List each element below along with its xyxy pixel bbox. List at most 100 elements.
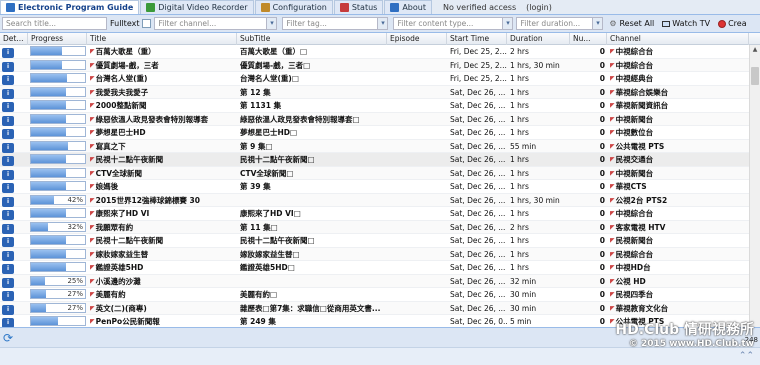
- details-cell[interactable]: i: [0, 72, 28, 85]
- table-row[interactable]: i 27% ◤英文(二)(商專) 雜歷表□第7集：求職信□從商用英文書... Sat, …: [0, 301, 749, 315]
- search-title-input[interactable]: Search title...: [2, 17, 107, 30]
- details-icon[interactable]: i: [2, 250, 14, 261]
- details-cell[interactable]: i: [0, 167, 28, 180]
- reset-all-button[interactable]: ⚙ Reset All: [606, 19, 656, 28]
- table-row[interactable]: i 32% ◤我願眾有約第 11 集□ Sat, Dec 26, ... 2 hrs 0 ◤…: [0, 220, 749, 234]
- column-header-title[interactable]: Title: [87, 33, 237, 45]
- details-icon[interactable]: i: [2, 264, 14, 274]
- channel-number-cell: 0: [599, 222, 605, 232]
- details-icon[interactable]: i: [2, 183, 14, 193]
- details-icon[interactable]: i: [2, 291, 14, 301]
- table-row[interactable]: i 64% ◤綠惡依溫人政見發表會特別報導套 綠惡依溫人政見發表會特別報導套□ Sat,…: [0, 112, 749, 126]
- details-icon[interactable]: i: [2, 61, 14, 72]
- scroll-up-icon[interactable]: ▲: [750, 45, 760, 55]
- table-row[interactable]: i 25% ◤小溪邊的沙灘 Sat, Dec 26, ... 32 min 0 ◤公視 HD: [0, 274, 749, 288]
- channel-cell: ◤中視數位台: [607, 126, 749, 139]
- tab-label: About: [402, 3, 426, 12]
- channel-name: 中視綜合台: [615, 60, 654, 70]
- table-row[interactable]: i 67% ◤台灣名人堂(重) 台灣名人堂(重)□ Fri, Dec 25, 2... 1…: [0, 72, 749, 86]
- tag-filter-combo[interactable]: Filter tag...: [282, 17, 389, 30]
- table-row[interactable]: i 64% ◤我愛我夫我愛子第 12 集 Sat, Dec 26, ... 1 hrs 0…: [0, 85, 749, 99]
- details-icon[interactable]: i: [2, 88, 14, 99]
- column-header-episode[interactable]: Episode: [387, 33, 447, 45]
- table-row[interactable]: i 57 ◤百萬大歌星（重） 百萬大歌星（重）□ Fri, Dec 25, 2... 2 …: [0, 45, 749, 59]
- table-row[interactable]: i 42% ◤2015世界12強棒球錦標賽 30 Sat, Dec 26, ... 1 …: [0, 193, 749, 207]
- details-icon[interactable]: i: [2, 223, 14, 234]
- column-header-duration[interactable]: Duration: [507, 33, 570, 45]
- details-cell[interactable]: i: [0, 288, 28, 301]
- details-cell[interactable]: i: [0, 45, 28, 58]
- details-cell[interactable]: i: [0, 180, 28, 193]
- refresh-icon[interactable]: ⟳: [3, 331, 13, 345]
- create-button[interactable]: Crea: [715, 19, 749, 28]
- table-row[interactable]: i 64% ◤民視十二點午夜新聞 民視十二點午夜新聞□ Sat, Dec 26, ...…: [0, 234, 749, 248]
- details-cell[interactable]: i: [0, 194, 28, 207]
- tab-status[interactable]: Status: [333, 0, 384, 14]
- details-cell[interactable]: i: [0, 86, 28, 99]
- details-icon[interactable]: i: [2, 169, 14, 180]
- details-icon[interactable]: i: [2, 115, 14, 126]
- channel-name: 客家電視 HTV: [615, 222, 666, 232]
- details-icon[interactable]: i: [2, 277, 14, 288]
- details-icon[interactable]: i: [2, 129, 14, 139]
- watch-tv-button[interactable]: Watch TV: [659, 19, 712, 28]
- details-cell[interactable]: i: [0, 221, 28, 234]
- table-row[interactable]: i 64% ◤嫁妝嫁家益生替 嫁妝嫁家益生替□ Sat, Dec 26, ... 1 hr…: [0, 247, 749, 261]
- table-row[interactable]: i 64% ◤2000整點新聞第 1131 集 Sat, Dec 26, ... 1 h…: [0, 99, 749, 113]
- table-row[interactable]: i 64% ◤康熙來了HD VI 康熙來了HD VI□ Sat, Dec 26, ...…: [0, 207, 749, 221]
- details-cell[interactable]: i: [0, 59, 28, 72]
- column-header-channel[interactable]: Channel: [607, 33, 749, 45]
- details-cell[interactable]: i: [0, 113, 28, 126]
- subtitle-cell: 嫁妝嫁家益生替□: [240, 249, 300, 259]
- tab-configuration[interactable]: Configuration: [254, 0, 333, 14]
- details-icon[interactable]: i: [2, 237, 14, 247]
- column-header-start-time[interactable]: Start Time: [447, 33, 507, 45]
- fulltext-checkbox[interactable]: [142, 19, 152, 28]
- details-icon[interactable]: i: [2, 48, 14, 58]
- table-row[interactable]: i 69% ◤寫真之下第 9 集□ Sat, Dec 26, ... 55 min 0 ◤公…: [0, 139, 749, 153]
- details-icon[interactable]: i: [2, 318, 14, 327]
- details-cell[interactable]: i: [0, 153, 28, 166]
- details-cell[interactable]: i: [0, 261, 28, 274]
- details-cell[interactable]: i: [0, 315, 28, 327]
- content-type-filter-combo[interactable]: Filter content type...: [393, 17, 514, 30]
- login-link[interactable]: (login): [526, 3, 552, 12]
- tab-dvr[interactable]: Digital Video Recorder: [140, 0, 254, 14]
- table-row[interactable]: i 64% ◤娘媽後第 39 集 Sat, Dec 26, ... 1 hrs 0 ◤華視C…: [0, 180, 749, 194]
- details-icon[interactable]: i: [2, 196, 14, 207]
- column-header-number[interactable]: Nu...: [570, 33, 607, 45]
- table-row[interactable]: i 64% ◤鑑證英雄5HD 鑑證英雄5HD□ Sat, Dec 26, ... 1 hr…: [0, 261, 749, 275]
- details-cell[interactable]: i: [0, 275, 28, 288]
- details-cell[interactable]: i: [0, 207, 28, 220]
- progress-bar: 64%: [30, 100, 86, 110]
- table-row[interactable]: i 64% ◤CTV全球新聞 CTV全球新聞□ Sat, Dec 26, ... 1 hr…: [0, 166, 749, 180]
- table-row[interactable]: i 27% ◤美麗有約 美麗有約□ Sat, Dec 26, ... 30 min 0 ◤民視…: [0, 288, 749, 302]
- vertical-scrollbar[interactable]: ▲: [749, 45, 760, 327]
- details-icon[interactable]: i: [2, 102, 14, 112]
- scrollbar-thumb[interactable]: [751, 67, 759, 85]
- table-row[interactable]: i 64% ◤夢想星巴士HD 夢想星巴士HD□ Sat, Dec 26, ... 1 hr…: [0, 126, 749, 140]
- channel-name: 中視經典台: [615, 74, 654, 83]
- details-cell[interactable]: i: [0, 248, 28, 261]
- details-cell[interactable]: i: [0, 140, 28, 153]
- details-icon[interactable]: i: [2, 304, 14, 315]
- details-icon[interactable]: i: [2, 75, 14, 85]
- table-row[interactable]: i 64% ◤民視十二點午夜新聞 民視十二點午夜新聞□ Sat, Dec 26, ...…: [0, 153, 749, 167]
- expand-chevron-icon[interactable]: ⌃⌃: [739, 351, 754, 361]
- details-cell[interactable]: i: [0, 126, 28, 139]
- column-header-subtitle[interactable]: SubTitle: [237, 33, 387, 45]
- column-header-progress[interactable]: Progress: [28, 33, 87, 45]
- duration-filter-combo[interactable]: Filter duration...: [516, 17, 604, 30]
- table-row[interactable]: i 58 ◤優質劇場-戲，三者 優質劇場-戲，三者□ Fri, Dec 25, 2...…: [0, 58, 749, 72]
- details-icon[interactable]: i: [2, 142, 14, 153]
- tab-epg[interactable]: Electronic Program Guide: [0, 0, 140, 14]
- dirty-flag-icon: ◤: [90, 129, 95, 136]
- details-cell[interactable]: i: [0, 99, 28, 112]
- tab-about[interactable]: About: [384, 0, 432, 14]
- channel-filter-combo[interactable]: Filter channel...: [154, 17, 278, 30]
- details-cell[interactable]: i: [0, 234, 28, 247]
- details-icon[interactable]: i: [2, 156, 14, 166]
- details-icon[interactable]: i: [2, 210, 14, 220]
- column-header-det[interactable]: Det...: [0, 33, 28, 45]
- details-cell[interactable]: i: [0, 302, 28, 315]
